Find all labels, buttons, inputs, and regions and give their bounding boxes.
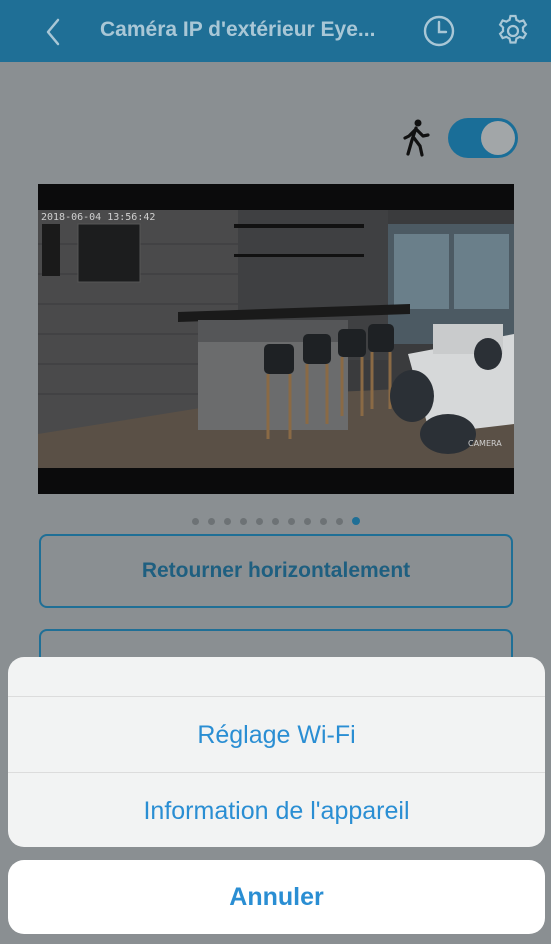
pager-dot[interactable] [319,517,327,525]
flip-horizontal-button[interactable]: Retourner horizontalement [39,534,513,608]
toggle-knob [481,121,515,155]
gear-icon [498,14,528,44]
pager-dot[interactable] [223,517,231,525]
walking-person-icon [400,118,434,158]
pager-dot[interactable] [351,517,360,525]
video-watermark: CAMERA [468,439,502,448]
action-sheet: Réglage Wi-Fi Information de l'appareil [8,657,545,847]
history-button[interactable] [422,14,456,48]
device-info-option[interactable]: Information de l'appareil [8,773,545,847]
pager-dot[interactable] [335,517,343,525]
pager-dot[interactable] [239,517,247,525]
motion-detection-toggle[interactable] [448,118,518,158]
camera-frame-image: 2018-06-04 13:56:42 CAMERA [38,184,514,494]
pager-dot[interactable] [191,517,199,525]
camera-live-view[interactable]: 2018-06-04 13:56:42 CAMERA [38,184,514,494]
cancel-button[interactable]: Annuler [8,860,545,934]
pager-dot[interactable] [255,517,263,525]
clock-icon [423,15,455,47]
page-indicator[interactable] [0,515,551,527]
page-title: Caméra IP d'extérieur Eye... [100,18,376,41]
pager-dot[interactable] [271,517,279,525]
pager-dot[interactable] [303,517,311,525]
back-button[interactable] [38,14,68,50]
video-timestamp: 2018-06-04 13:56:42 [41,212,155,223]
wifi-settings-option[interactable]: Réglage Wi-Fi [8,697,545,773]
pager-dot[interactable] [207,517,215,525]
pager-dot[interactable] [287,517,295,525]
settings-button[interactable] [495,13,531,49]
top-bar: Caméra IP d'extérieur Eye... [0,0,551,62]
chevron-left-icon [46,18,60,46]
